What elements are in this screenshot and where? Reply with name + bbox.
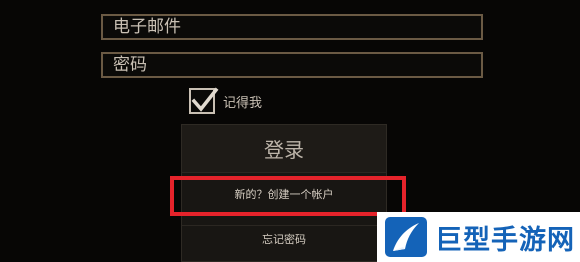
email-field[interactable] bbox=[101, 14, 483, 40]
password-input[interactable] bbox=[103, 54, 481, 76]
remember-me-checkbox[interactable] bbox=[189, 87, 219, 114]
create-account-link[interactable]: 新的？创建一个帐户 bbox=[182, 179, 386, 209]
remember-me[interactable]: 记得我 bbox=[189, 87, 263, 114]
email-input[interactable] bbox=[103, 16, 481, 38]
checkmark-icon bbox=[191, 87, 219, 112]
watermark: 巨型手游网 bbox=[377, 212, 580, 262]
watermark-text: 巨型手游网 bbox=[435, 224, 575, 256]
forgot-password-link[interactable]: 忘记密码 bbox=[182, 225, 386, 252]
watermark-logo-icon bbox=[385, 217, 427, 257]
password-field[interactable] bbox=[101, 52, 483, 78]
login-panel: 登录 新的？创建一个帐户 忘记密码 bbox=[181, 124, 387, 262]
remember-me-label: 记得我 bbox=[223, 95, 263, 111]
login-button[interactable]: 登录 bbox=[182, 125, 386, 173]
